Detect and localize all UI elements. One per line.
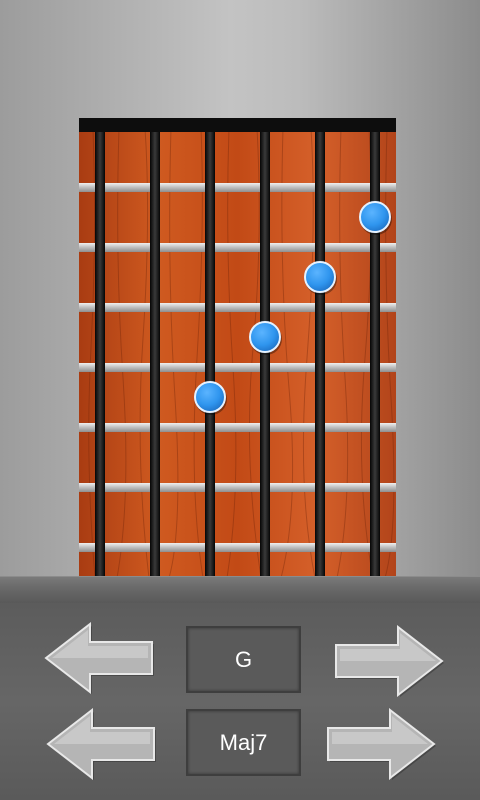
type-prev-button[interactable]	[46, 708, 158, 780]
fret-4	[79, 363, 396, 372]
arrow-right-icon	[335, 625, 444, 697]
finger-marker	[304, 261, 337, 295]
fret-6	[79, 483, 396, 492]
arrow-left-icon	[44, 622, 154, 694]
fret-7	[79, 543, 396, 552]
string-6	[370, 132, 380, 578]
string-4	[260, 132, 270, 578]
type-next-button[interactable]	[326, 708, 438, 780]
chord-root-label: G	[234, 646, 253, 672]
chord-controls: G Maj7	[0, 603, 480, 800]
string-2	[150, 132, 160, 578]
chord-type-label: Maj7	[219, 729, 268, 755]
fret-3	[79, 303, 396, 312]
fretboard	[79, 118, 396, 578]
root-next-button[interactable]	[334, 625, 446, 697]
finger-marker	[194, 381, 227, 415]
finger-marker	[359, 201, 392, 235]
string-1	[95, 132, 105, 578]
nut	[79, 118, 396, 132]
chord-type-display: Maj7	[186, 709, 301, 776]
string-5	[315, 132, 325, 578]
finger-marker	[249, 321, 282, 355]
wood-background	[79, 124, 396, 578]
fret-2	[79, 243, 396, 252]
root-prev-button[interactable]	[44, 622, 156, 694]
fret-1	[79, 183, 396, 192]
arrow-right-icon	[327, 708, 436, 780]
string-3	[205, 132, 215, 578]
fret-5	[79, 423, 396, 432]
arrow-left-icon	[46, 708, 156, 780]
chord-root-display: G	[186, 626, 301, 693]
fretboard-base	[0, 576, 480, 604]
